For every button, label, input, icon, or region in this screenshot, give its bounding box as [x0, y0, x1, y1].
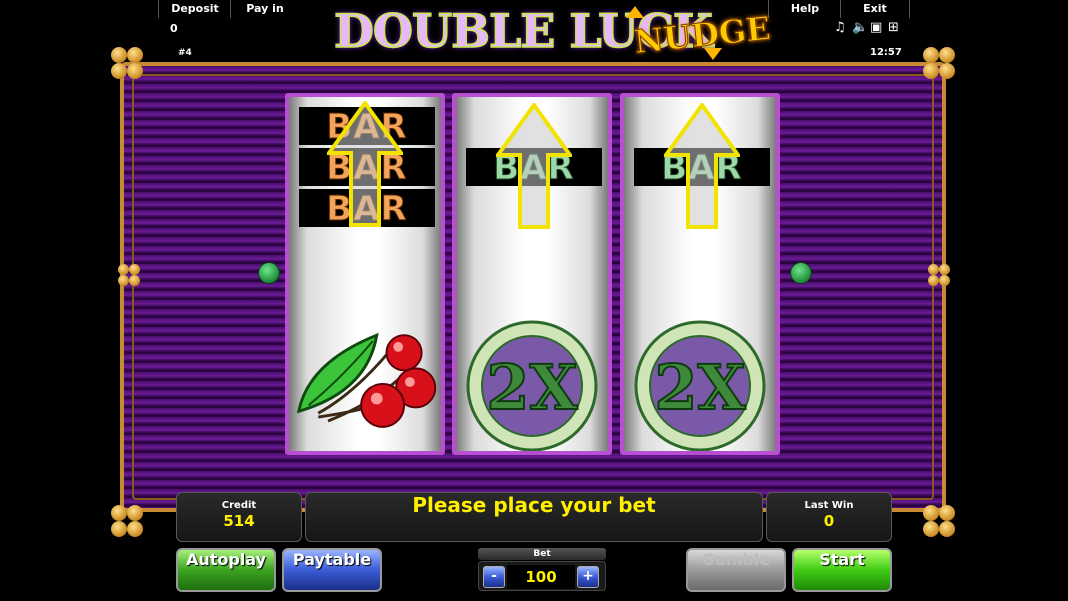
svg-text:2X: 2X — [486, 351, 578, 424]
balance-display: 0 — [170, 22, 178, 35]
bet-label: Bet — [478, 548, 606, 560]
lastwin-value: 0 — [823, 512, 835, 530]
credit-label: Credit — [221, 500, 257, 511]
payin-button[interactable]: Pay in — [230, 0, 299, 18]
clover-icon — [118, 264, 140, 286]
deposit-button[interactable]: Deposit — [158, 0, 231, 18]
nudge-arrow-icon — [327, 101, 403, 227]
bet-value: 100 — [507, 565, 575, 589]
payline-marker-right — [790, 262, 812, 284]
nudge-down-arrow-icon — [704, 48, 722, 60]
bet-stepper: - 100 + — [478, 561, 606, 591]
autoplay-button[interactable]: Autoplay — [176, 548, 276, 592]
lastwin-label: Last Win — [804, 500, 854, 511]
credit-value: 514 — [223, 512, 255, 530]
nudge-arrow-icon — [664, 103, 740, 229]
gamble-button[interactable]: Gamble — [686, 548, 786, 592]
status-message: Please place your bet — [305, 492, 763, 542]
music-icon[interactable]: ♫ — [834, 20, 846, 35]
bet-increase-button[interactable]: + — [577, 566, 599, 588]
reel-1: BAR BAR BAR — [285, 93, 445, 455]
bet-decrease-button[interactable]: - — [483, 566, 505, 588]
clock: 12:57 — [870, 47, 902, 58]
double-2x-icon: 2X — [466, 320, 598, 451]
game-number: #4 — [178, 48, 192, 58]
svg-text:2X: 2X — [654, 351, 746, 424]
double-2x-icon: 2X — [634, 320, 766, 451]
start-button[interactable]: Start — [792, 548, 892, 592]
display-icon[interactable]: ▣ — [870, 20, 882, 35]
cherries-icon — [296, 332, 437, 428]
clover-icon — [110, 504, 144, 538]
clover-icon — [922, 504, 956, 538]
clover-icon — [928, 264, 950, 286]
payline-marker-left — [258, 262, 280, 284]
clover-icon — [922, 46, 956, 80]
nudge-arrow-icon — [496, 103, 572, 229]
paytable-button[interactable]: Paytable — [282, 548, 382, 592]
lastwin-panel: Last Win 0 — [766, 492, 892, 542]
grid-icon[interactable]: ⊞ — [888, 20, 899, 35]
nudge-up-arrow-icon — [626, 6, 644, 18]
credit-panel: Credit 514 — [176, 492, 302, 542]
clover-icon — [110, 46, 144, 80]
reel-3: BAR 2X — [620, 93, 780, 455]
help-button[interactable]: Help — [768, 0, 841, 18]
reel-2: BAR 2X — [452, 93, 612, 455]
speaker-icon[interactable]: 🔈 — [852, 20, 868, 35]
exit-button[interactable]: Exit — [840, 0, 910, 18]
